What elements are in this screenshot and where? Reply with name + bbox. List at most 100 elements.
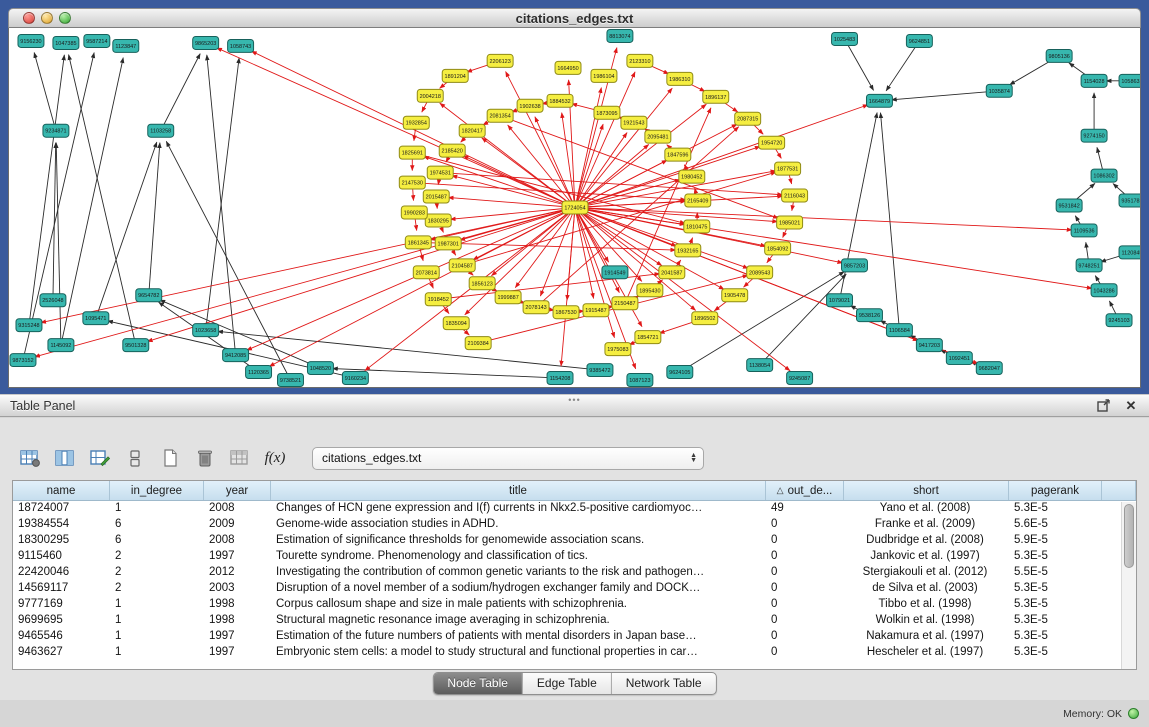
table-cell[interactable]: 0 [766, 629, 844, 645]
graph-node[interactable]: 1854721 [635, 331, 661, 344]
graph-node[interactable]: 1895430 [637, 284, 663, 297]
table-cell[interactable]: 1998 [204, 613, 271, 629]
graph-node[interactable]: 2041587 [659, 266, 685, 279]
graph-node[interactable]: 1877531 [775, 162, 801, 175]
table-cell[interactable]: Investigating the contribution of common… [271, 565, 766, 581]
network-window-titlebar[interactable]: citations_edges.txt [8, 8, 1141, 28]
table-cell[interactable]: 5.5E-5 [1009, 565, 1102, 581]
graph-node[interactable]: 2116043 [782, 189, 808, 202]
graph-node[interactable]: 1873095 [594, 106, 620, 119]
table-cell[interactable]: 5.3E-5 [1009, 629, 1102, 645]
table-cell[interactable]: 2 [110, 565, 204, 581]
graph-node[interactable]: 2150487 [612, 297, 638, 310]
graph-node[interactable]: 2185420 [439, 144, 465, 157]
table-cell[interactable]: 1 [110, 613, 204, 629]
table-cell[interactable]: 0 [766, 613, 844, 629]
graph-node[interactable]: 1123847 [113, 39, 139, 52]
graph-edge[interactable] [515, 208, 575, 288]
graph-edge[interactable] [575, 88, 672, 207]
table-cell[interactable]: Corpus callosum shape and size in male p… [271, 597, 766, 613]
graph-node[interactable]: 1830295 [425, 214, 451, 227]
graph-edge[interactable] [891, 91, 999, 100]
table-cell[interactable]: 6 [110, 533, 204, 549]
table-cell[interactable]: Tourette syndrome. Phenomenology and cla… [271, 549, 766, 565]
scrollbar-thumb[interactable] [1124, 504, 1134, 568]
graph-node[interactable]: 9738521 [278, 374, 304, 387]
tab-network-table[interactable]: Network Table [611, 673, 716, 694]
network-graph[interactable]: 1724054188453219026382081354182041721854… [9, 28, 1140, 387]
graph-edge[interactable] [34, 52, 56, 130]
graph-node[interactable]: 2206123 [487, 54, 513, 67]
table-cell[interactable]: 0 [766, 597, 844, 613]
graph-node[interactable]: 9160234 [342, 372, 368, 385]
zoom-window-button[interactable] [59, 12, 71, 24]
table-cell[interactable]: Tibbo et al. (1998) [844, 597, 1009, 613]
graph-node[interactable]: 1087123 [627, 374, 653, 387]
graph-node[interactable]: 1914549 [602, 266, 628, 279]
graph-node[interactable]: 1918452 [425, 293, 451, 306]
graph-node[interactable]: 9245087 [787, 372, 813, 385]
graph-node[interactable]: 1905478 [722, 289, 748, 302]
table-cell[interactable]: 9699695 [13, 613, 110, 629]
graph-node[interactable]: 9245103 [1106, 314, 1132, 327]
graph-node[interactable]: 9156230 [18, 34, 44, 47]
graph-node[interactable]: 1987301 [435, 237, 461, 250]
graph-node[interactable]: 1120845 [1119, 246, 1140, 259]
graph-node[interactable]: 8813074 [607, 29, 633, 42]
table-cell[interactable]: 1997 [204, 645, 271, 661]
graph-node[interactable]: 1986310 [667, 72, 693, 85]
graph-edge[interactable] [41, 208, 575, 323]
graph-node[interactable]: 9417203 [916, 339, 942, 352]
graph-node[interactable]: 1058743 [228, 39, 254, 52]
graph-node[interactable]: 1974531 [427, 166, 453, 179]
graph-node[interactable]: 1986104 [591, 69, 617, 82]
table-cell[interactable]: Estimation of the future numbers of pati… [271, 629, 766, 645]
graph-edge[interactable] [269, 208, 575, 367]
graph-edge[interactable] [845, 39, 874, 90]
table-cell[interactable]: 5.6E-5 [1009, 517, 1102, 533]
table-cell[interactable]: 9463627 [13, 645, 110, 661]
graph-node[interactable]: 9624851 [906, 34, 932, 47]
graph-node[interactable]: 9805136 [1046, 49, 1072, 62]
graph-edge[interactable] [575, 208, 1092, 289]
graph-node[interactable]: 1023658 [193, 324, 219, 337]
graph-node[interactable]: 2004218 [417, 89, 443, 102]
table-row[interactable]: 1938455462009Genome-wide association stu… [13, 517, 1136, 533]
graph-node[interactable]: 9587214 [84, 34, 110, 47]
table-cell[interactable]: 1 [110, 645, 204, 661]
graph-edge[interactable] [412, 183, 686, 200]
graph-node[interactable]: 2147530 [399, 176, 425, 189]
table-cell[interactable]: 9115460 [13, 549, 110, 565]
table-cell[interactable]: Disruption of a novel member of a sodium… [271, 581, 766, 597]
table-cell[interactable]: Estimation of significance thresholds fo… [271, 533, 766, 549]
table-row[interactable]: 946362711997Embryonic stem cells: a mode… [13, 645, 1136, 661]
new-column-icon[interactable] [156, 444, 184, 472]
table-options-icon[interactable] [16, 444, 44, 472]
close-panel-icon[interactable]: ✕ [1123, 398, 1139, 414]
table-cell[interactable]: 5.9E-5 [1009, 533, 1102, 549]
panel-resize-grip[interactable]: ••• [568, 396, 580, 404]
table-cell[interactable]: 49 [766, 501, 844, 517]
graph-node[interactable]: 2015487 [423, 190, 449, 203]
network-table-select[interactable]: citations_edges.txt ▲▼ [312, 447, 704, 470]
graph-node[interactable]: 9412085 [223, 349, 249, 362]
table-cell[interactable]: Wolkin et al. (1998) [844, 613, 1009, 629]
column-header-short[interactable]: short [844, 481, 1009, 500]
graph-node[interactable]: 1856123 [469, 277, 495, 290]
graph-edge[interactable] [217, 48, 575, 208]
graph-edge[interactable] [575, 105, 868, 208]
graph-edge[interactable] [29, 55, 64, 325]
network-canvas[interactable]: 1724054188453219026382081354182041721854… [8, 28, 1141, 388]
graph-node[interactable]: 1932854 [403, 116, 429, 129]
graph-node[interactable]: 1820417 [459, 124, 485, 137]
table-row[interactable]: 911546021997Tourette syndrome. Phenomeno… [13, 549, 1136, 565]
table-cell[interactable]: 14569117 [13, 581, 110, 597]
table-cell[interactable]: 0 [766, 549, 844, 565]
graph-node[interactable]: 1980452 [679, 170, 705, 183]
graph-node[interactable]: 1035874 [986, 84, 1012, 97]
table-cell[interactable]: 2003 [204, 581, 271, 597]
table-cell[interactable]: 1998 [204, 597, 271, 613]
graph-node[interactable]: 2104587 [449, 259, 475, 272]
graph-node[interactable]: 1847596 [665, 148, 691, 161]
table-cell[interactable]: Nakamura et al. (1997) [844, 629, 1009, 645]
